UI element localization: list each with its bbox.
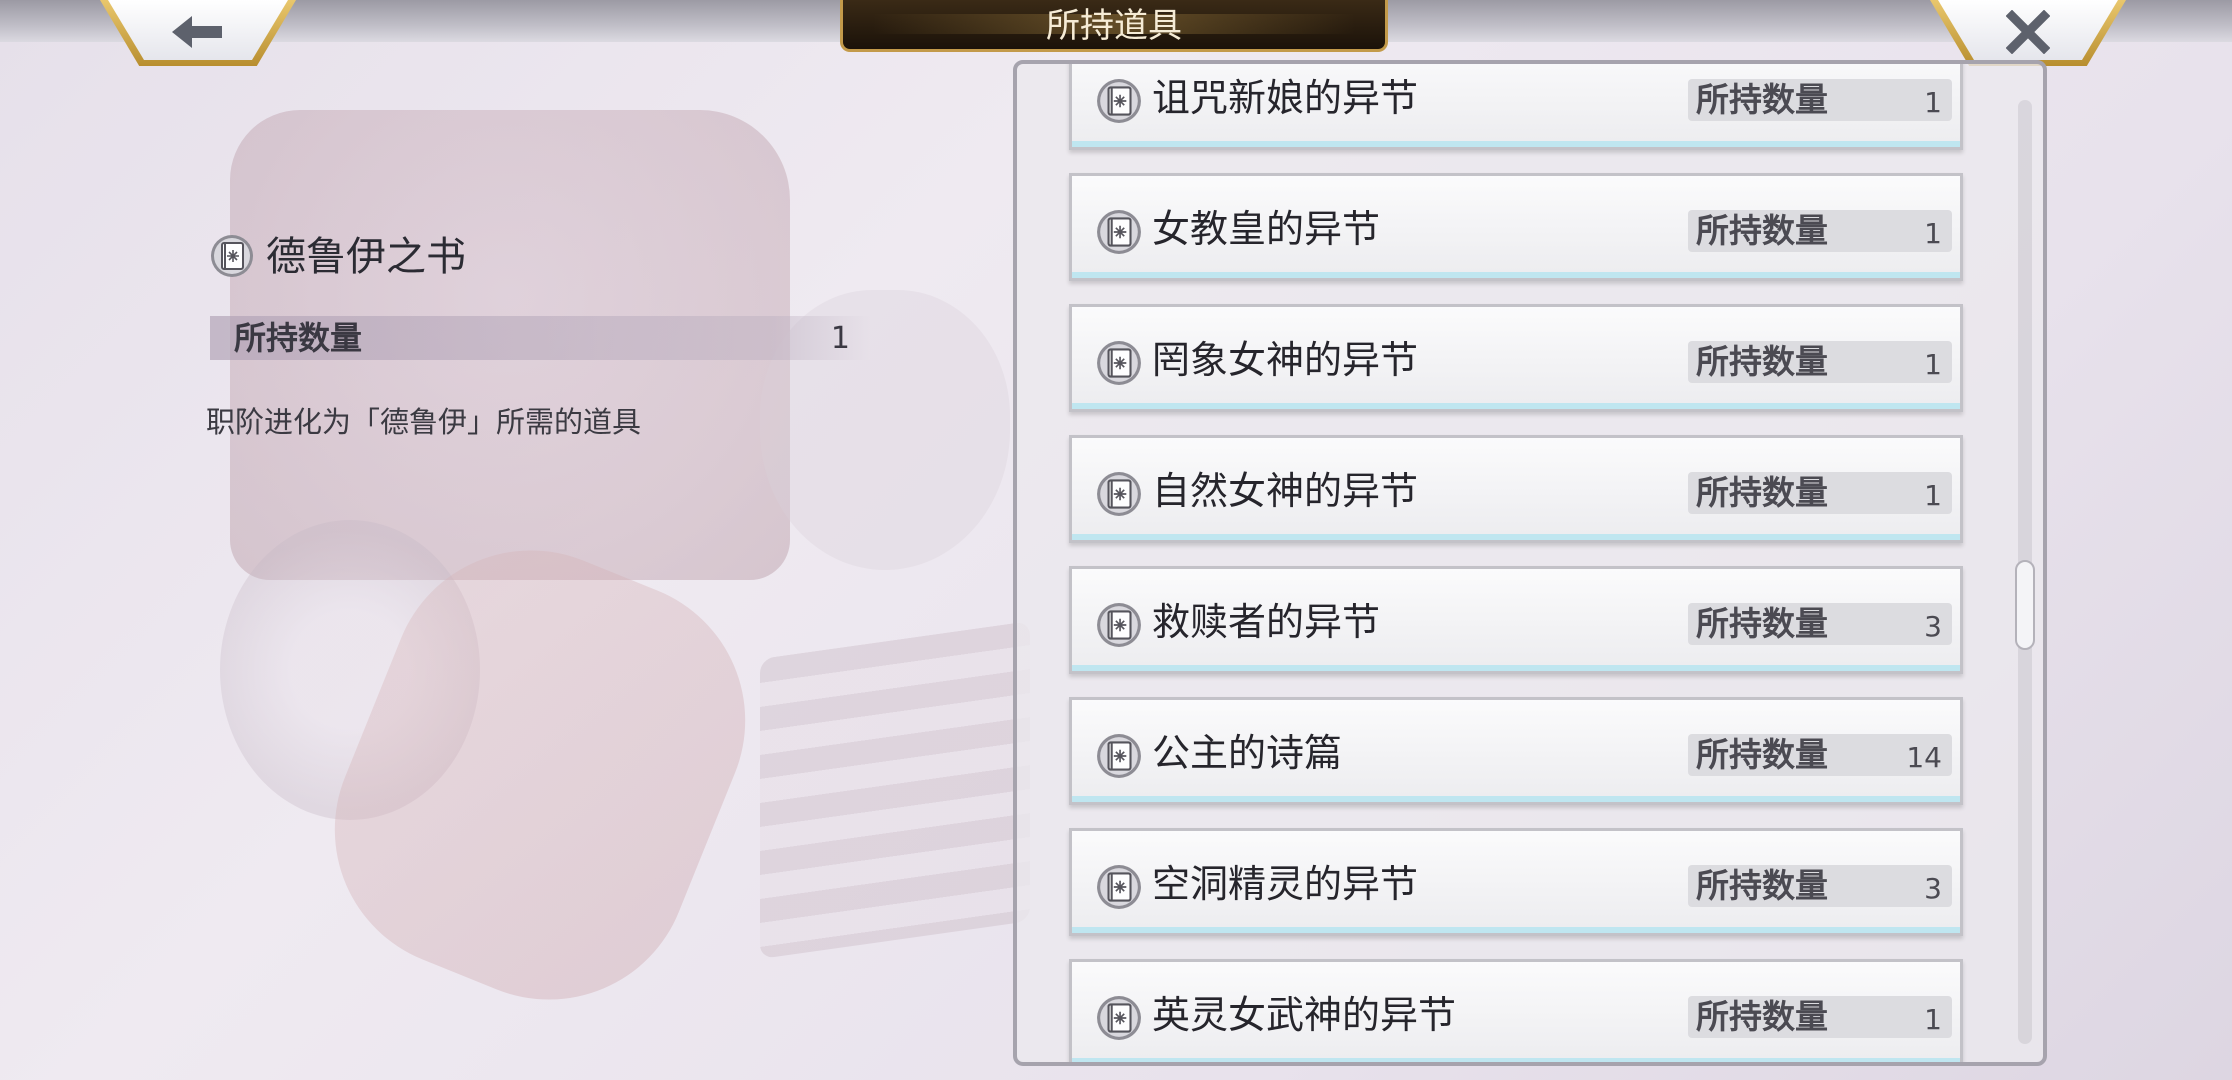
item-name: 女教皇的异节	[1152, 207, 1381, 251]
arrow-left-icon	[100, 4, 296, 63]
item-row[interactable]: 空洞精灵的异节 所持数量 3	[1069, 828, 1963, 936]
count-value: 1	[1924, 1003, 1942, 1036]
item-count-box: 所持数量 3	[1688, 865, 1952, 907]
item-row[interactable]: 罔象女神的异节 所持数量 1	[1069, 304, 1963, 412]
count-label: 所持数量	[1696, 866, 1828, 905]
item-name: 自然女神的异节	[1152, 469, 1419, 513]
book-icon	[1097, 210, 1141, 254]
item-name: 诅咒新娘的异节	[1152, 76, 1419, 120]
item-count-box: 所持数量 1	[1688, 210, 1952, 252]
item-name: 空洞精灵的异节	[1152, 862, 1419, 906]
count-value: 3	[1924, 872, 1942, 905]
book-icon	[1097, 996, 1141, 1040]
scrollbar[interactable]	[2015, 100, 2035, 1044]
count-value: 3	[1924, 610, 1942, 643]
count-label: 所持数量	[1696, 604, 1828, 643]
count-value: 1	[830, 321, 850, 356]
item-count-box: 所持数量 1	[1688, 341, 1952, 383]
item-count-box: 所持数量 1	[1688, 996, 1952, 1038]
item-row[interactable]: 英灵女武神的异节 所持数量 1	[1069, 959, 1963, 1062]
scrollbar-thumb[interactable]	[2015, 560, 2035, 650]
book-icon	[1097, 341, 1141, 385]
item-count-box: 所持数量 14	[1688, 734, 1952, 776]
back-button[interactable]	[100, 0, 296, 66]
count-value: 1	[1924, 217, 1942, 250]
count-label: 所持数量	[1696, 211, 1828, 250]
selected-item-name: 德鲁伊之书	[266, 234, 466, 280]
item-row[interactable]: 诅咒新娘的异节 所持数量 1	[1069, 64, 1963, 150]
count-value: 14	[1906, 741, 1942, 774]
item-name: 罔象女神的异节	[1152, 338, 1419, 382]
item-name: 公主的诗篇	[1152, 731, 1343, 775]
close-icon	[1930, 4, 2126, 65]
count-label: 所持数量	[1696, 997, 1828, 1036]
book-icon	[1097, 79, 1141, 123]
item-count-box: 所持数量 1	[1688, 79, 1952, 121]
count-label: 所持数量	[1696, 473, 1828, 512]
item-name: 英灵女武神的异节	[1152, 993, 1457, 1037]
book-icon	[211, 235, 253, 277]
count-label: 所持数量	[234, 319, 363, 357]
item-row[interactable]: 女教皇的异节 所持数量 1	[1069, 173, 1963, 281]
item-row[interactable]: 公主的诗篇 所持数量 14	[1069, 697, 1963, 805]
page-title: 所持道具	[1046, 6, 1182, 46]
book-icon	[1097, 603, 1141, 647]
selected-item-count-bar: 所持数量 1	[210, 316, 870, 360]
item-list[interactable]: 诅咒新娘的异节 所持数量 1 女教皇的异节 所持数量 1 罔象女神的异节 所持数…	[1017, 64, 2043, 1062]
item-description: 职阶进化为「德鲁伊」所需的道具	[206, 405, 642, 439]
count-label: 所持数量	[1696, 342, 1828, 381]
item-name: 救赎者的异节	[1152, 600, 1381, 644]
item-count-box: 所持数量 3	[1688, 603, 1952, 645]
count-value: 1	[1924, 86, 1942, 119]
item-count-box: 所持数量 1	[1688, 472, 1952, 514]
item-row[interactable]: 救赎者的异节 所持数量 3	[1069, 566, 1963, 674]
count-value: 1	[1924, 479, 1942, 512]
book-icon	[1097, 734, 1141, 778]
item-row[interactable]: 自然女神的异节 所持数量 1	[1069, 435, 1963, 543]
count-label: 所持数量	[1696, 735, 1828, 774]
book-icon	[1097, 472, 1141, 516]
close-button[interactable]	[1930, 0, 2126, 66]
page-title-plate: 所持道具	[840, 0, 1388, 52]
item-list-panel[interactable]: 诅咒新娘的异节 所持数量 1 女教皇的异节 所持数量 1 罔象女神的异节 所持数…	[1013, 60, 2047, 1066]
count-value: 1	[1924, 348, 1942, 381]
book-icon	[1097, 865, 1141, 909]
count-label: 所持数量	[1696, 80, 1828, 119]
